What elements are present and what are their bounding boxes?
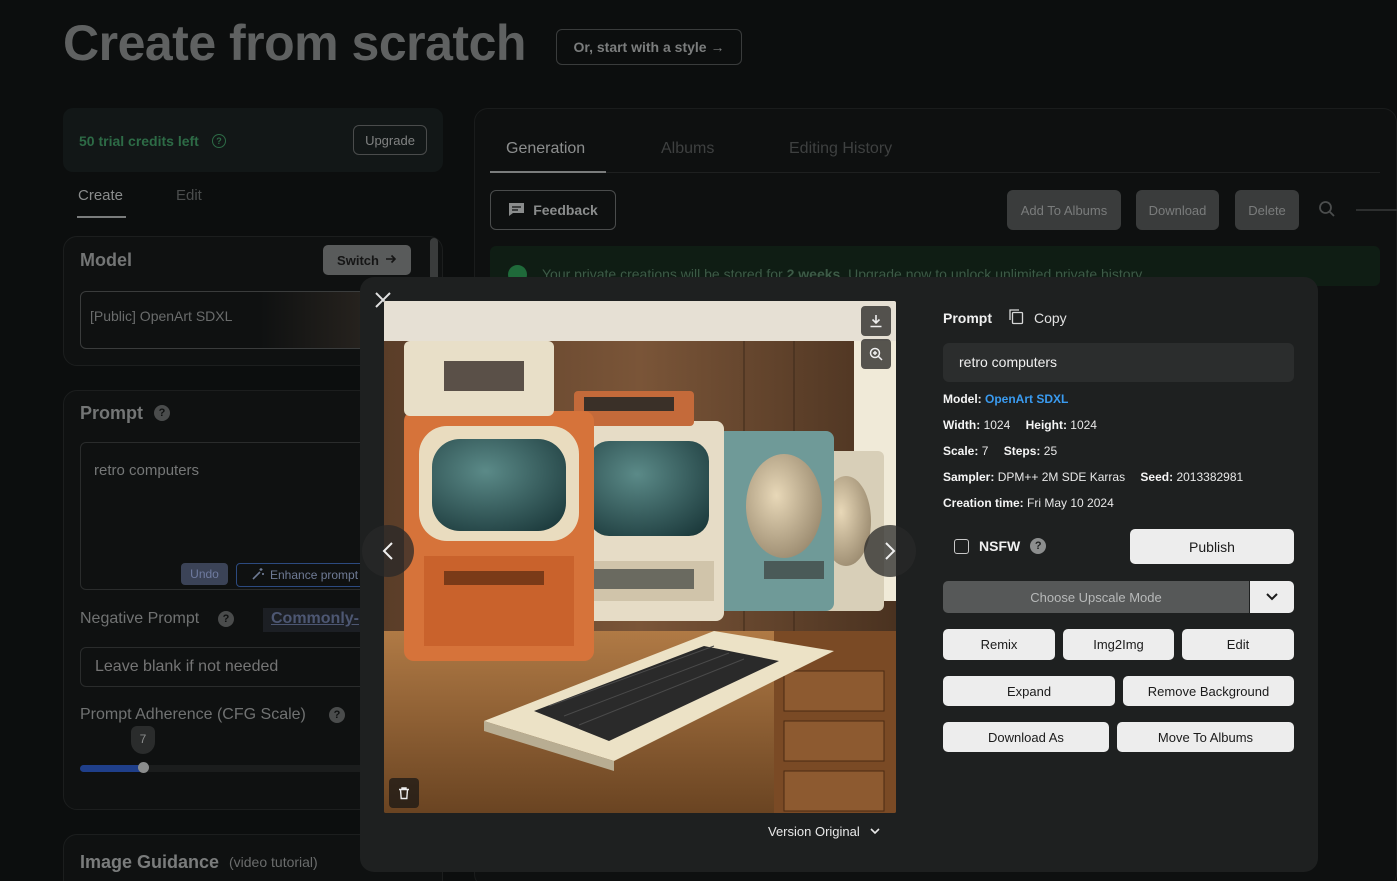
credits-text: 50 trial credits left	[79, 133, 199, 149]
tab-underline-main	[490, 171, 606, 173]
next-image-button[interactable]	[864, 525, 916, 577]
seed-label: Seed:	[1140, 470, 1174, 484]
tab-create[interactable]: Create	[78, 187, 123, 204]
feedback-button[interactable]: Feedback	[490, 190, 616, 230]
prompt-label: Prompt	[943, 310, 992, 326]
image-detail-modal: Version Original Prompt Copy retro compu…	[360, 277, 1318, 872]
steps-label: Steps:	[1003, 444, 1041, 458]
copy-button[interactable]: Copy	[1034, 310, 1067, 326]
undo-button[interactable]: Undo	[181, 563, 228, 585]
tab-editing-history[interactable]: Editing History	[789, 140, 892, 158]
arrow-right-icon	[385, 253, 397, 268]
add-to-albums-button[interactable]: Add To Albums	[1007, 190, 1121, 230]
nsfw-label: NSFW	[979, 538, 1021, 554]
nsfw-row: NSFW ?	[954, 538, 1047, 554]
sampler-value: DPM++ 2M SDE Karras	[997, 470, 1126, 484]
negative-prompt-input[interactable]	[80, 647, 380, 687]
publish-button[interactable]: Publish	[1130, 529, 1294, 564]
model-link[interactable]: OpenArt SDXL	[985, 392, 1068, 406]
prev-image-button[interactable]	[362, 525, 414, 577]
credits-help-icon[interactable]: ?	[212, 134, 226, 148]
enhance-label: Enhance prompt	[270, 568, 359, 582]
tab-generation[interactable]: Generation	[506, 140, 585, 158]
nsfw-checkbox[interactable]	[954, 538, 969, 554]
meta-size: Width: 1024 Height: 1024	[943, 418, 1097, 432]
height-label: Height:	[1025, 418, 1067, 432]
cfg-slider-fill	[80, 765, 143, 772]
image-guidance-title: Image Guidance	[80, 852, 220, 872]
prompt-text: retro computers	[94, 462, 200, 479]
width-value: 1024	[983, 418, 1011, 432]
prompt-help-icon[interactable]: ?	[154, 405, 170, 421]
magic-wand-icon	[251, 567, 265, 584]
tab-divider	[490, 172, 1380, 173]
model-field[interactable]: [Public] OpenArt SDXL	[80, 291, 380, 349]
retro-computers-image	[384, 301, 896, 813]
height-value: 1024	[1070, 418, 1097, 432]
sampler-label: Sampler:	[943, 470, 995, 484]
version-label: Version Original	[768, 824, 860, 839]
meta-creation: Creation time: Fri May 10 2024	[943, 496, 1114, 510]
switch-model-button[interactable]: Switch	[323, 245, 411, 275]
meta-scale: Scale: 7 Steps: 25	[943, 444, 1057, 458]
scale-label: Scale:	[943, 444, 979, 458]
chevron-down-icon	[1266, 593, 1278, 601]
copy-icon[interactable]	[1008, 308, 1024, 328]
cfg-value-tooltip: 7	[131, 726, 155, 754]
version-selector[interactable]: Version Original	[768, 824, 880, 839]
img2img-button[interactable]: Img2Img	[1063, 629, 1174, 660]
upscale-dropdown-button[interactable]	[1250, 581, 1294, 613]
remix-button[interactable]: Remix	[943, 629, 1055, 660]
switch-label: Switch	[337, 252, 379, 268]
page-title: Create from scratch	[63, 15, 526, 71]
tab-edit[interactable]: Edit	[176, 187, 202, 204]
video-tutorial-link[interactable]: (video tutorial)	[229, 854, 318, 870]
chevron-right-icon	[885, 542, 896, 560]
commonly-used-link[interactable]: Commonly-	[263, 608, 373, 632]
remove-background-button[interactable]: Remove Background	[1123, 676, 1294, 706]
zoom-in-icon[interactable]	[861, 339, 891, 369]
delete-button[interactable]: Delete	[1235, 190, 1299, 230]
upscale-mode-select[interactable]: Choose Upscale Mode	[943, 581, 1249, 613]
edit-button[interactable]: Edit	[1182, 629, 1294, 660]
model-label: Model:	[943, 392, 982, 406]
move-to-albums-button[interactable]: Move To Albums	[1117, 722, 1294, 752]
download-as-button[interactable]: Download As	[943, 722, 1109, 752]
creation-value: Fri May 10 2024	[1027, 496, 1114, 510]
cfg-help-icon[interactable]: ?	[329, 707, 345, 723]
negative-prompt-label: Negative Prompt	[80, 610, 200, 627]
meta-sampler: Sampler: DPM++ 2M SDE Karras Seed: 20133…	[943, 470, 1243, 484]
search-underline	[1356, 209, 1397, 211]
negative-help-icon[interactable]: ?	[218, 611, 234, 627]
chat-icon	[508, 201, 525, 220]
prompt-header: Prompt Copy	[943, 308, 1067, 328]
prompt-value: retro computers	[943, 343, 1294, 382]
chevron-down-icon	[870, 828, 880, 835]
seed-value: 2013382981	[1176, 470, 1244, 484]
width-label: Width:	[943, 418, 981, 432]
download-button[interactable]: Download	[1136, 190, 1219, 230]
chevron-left-icon	[382, 542, 393, 560]
meta-model: Model: OpenArt SDXL	[943, 392, 1068, 406]
cfg-label: Prompt Adherence (CFG Scale)	[80, 706, 306, 723]
search-icon[interactable]	[1318, 200, 1336, 223]
tab-underline	[77, 216, 126, 218]
expand-button[interactable]: Expand	[943, 676, 1115, 706]
enhance-prompt-button[interactable]: Enhance prompt	[236, 563, 376, 587]
model-title: Model	[80, 250, 132, 270]
generated-image[interactable]	[384, 301, 896, 813]
start-with-style-button[interactable]: Or, start with a style →	[556, 29, 742, 65]
trash-icon[interactable]	[389, 778, 419, 808]
scale-value: 7	[981, 444, 989, 458]
upgrade-button[interactable]: Upgrade	[353, 125, 427, 155]
tab-albums[interactable]: Albums	[661, 140, 714, 158]
cfg-slider-thumb[interactable]	[138, 762, 149, 773]
steps-value: 25	[1043, 444, 1058, 458]
download-icon[interactable]	[861, 306, 891, 336]
prompt-title: Prompt	[80, 403, 143, 423]
feedback-label: Feedback	[533, 202, 598, 218]
creation-label: Creation time:	[943, 496, 1024, 510]
nsfw-help-icon[interactable]: ?	[1030, 538, 1047, 554]
